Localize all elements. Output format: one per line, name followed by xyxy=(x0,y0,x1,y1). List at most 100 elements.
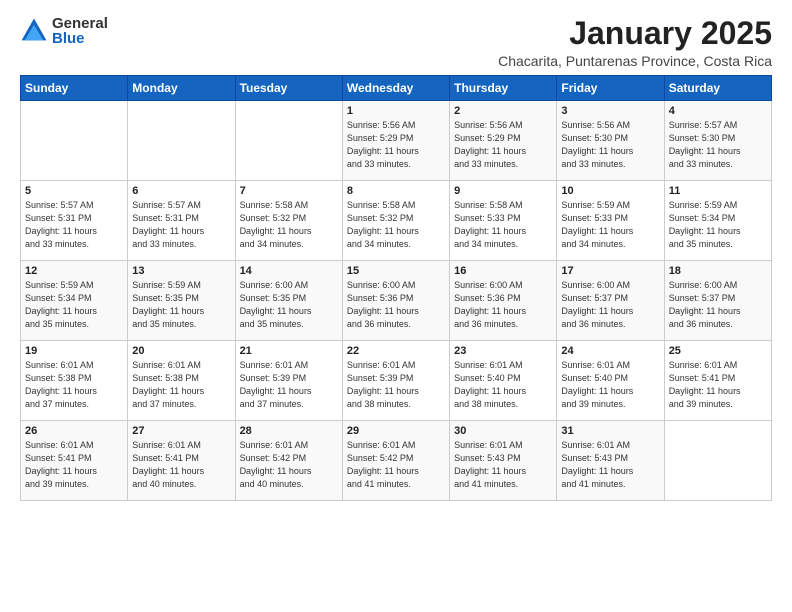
day-number: 22 xyxy=(347,345,445,357)
day-info: Sunrise: 6:01 AM Sunset: 5:39 PM Dayligh… xyxy=(347,359,445,411)
calendar-cell: 11Sunrise: 5:59 AM Sunset: 5:34 PM Dayli… xyxy=(664,181,771,261)
calendar-cell: 16 Sunrise: 6:00 AM Sunset: 5:36 PM Dayli… xyxy=(450,261,557,341)
day-number: 12 xyxy=(25,265,123,277)
day-info: Sunrise: 6:00 AM Sunset: 5:36 PM Dayligh… xyxy=(454,279,552,331)
calendar-cell: 7 Sunrise: 5:58 AM Sunset: 5:32 PM Daylig… xyxy=(235,181,342,261)
logo-blue-text: Blue xyxy=(52,31,108,46)
calendar-cell: 5Sunrise: 5:57 AM Sunset: 5:31 PM Daylig… xyxy=(21,181,128,261)
calendar-cell: 19Sunrise: 6:01 AM Sunset: 5:38 PM Dayli… xyxy=(21,341,128,421)
header: General Blue January 2025 Chacarita, Pun… xyxy=(20,16,772,69)
logo-icon xyxy=(20,17,48,45)
day-number: 14 xyxy=(240,265,338,277)
calendar-week-3: 19Sunrise: 6:01 AM Sunset: 5:38 PM Dayli… xyxy=(21,341,772,421)
weekday-header-thursday: Thursday xyxy=(450,76,557,101)
day-info: Sunrise: 5:56 AM Sunset: 5:29 PM Dayligh… xyxy=(347,119,445,171)
calendar-header: SundayMondayTuesdayWednesdayThursdayFrid… xyxy=(21,76,772,101)
title-block: January 2025 Chacarita, Puntarenas Provi… xyxy=(498,16,772,69)
day-info: Sunrise: 6:01 AM Sunset: 5:43 PM Dayligh… xyxy=(454,439,552,491)
day-number: 5 xyxy=(25,185,123,197)
day-number: 26 xyxy=(25,425,123,437)
day-number: 1 xyxy=(347,105,445,117)
day-number: 8 xyxy=(347,185,445,197)
day-info: Sunrise: 6:01 AM Sunset: 5:42 PM Dayligh… xyxy=(240,439,338,491)
day-info: Sunrise: 6:00 AM Sunset: 5:36 PM Dayligh… xyxy=(347,279,445,331)
weekday-header-friday: Friday xyxy=(557,76,664,101)
day-info: Sunrise: 6:01 AM Sunset: 5:42 PM Dayligh… xyxy=(347,439,445,491)
day-number: 7 xyxy=(240,185,338,197)
day-number: 30 xyxy=(454,425,552,437)
calendar-cell: 18 Sunrise: 6:00 AM Sunset: 5:37 PM Dayli… xyxy=(664,261,771,341)
calendar-cell: 22 Sunrise: 6:01 AM Sunset: 5:39 PM Dayli… xyxy=(342,341,449,421)
logo-general-text: General xyxy=(52,16,108,31)
calendar-cell: 14 Sunrise: 6:00 AM Sunset: 5:35 PM Dayli… xyxy=(235,261,342,341)
day-number: 21 xyxy=(240,345,338,357)
calendar-cell: 28 Sunrise: 6:01 AM Sunset: 5:42 PM Dayli… xyxy=(235,421,342,501)
calendar-cell xyxy=(128,101,235,181)
day-info: Sunrise: 6:01 AM Sunset: 5:40 PM Dayligh… xyxy=(454,359,552,411)
day-number: 16 xyxy=(454,265,552,277)
calendar-body: 1 Sunrise: 5:56 AM Sunset: 5:29 PM Daylig… xyxy=(21,101,772,501)
day-number: 20 xyxy=(132,345,230,357)
weekday-header-row: SundayMondayTuesdayWednesdayThursdayFrid… xyxy=(21,76,772,101)
calendar-cell: 6 Sunrise: 5:57 AM Sunset: 5:31 PM Daylig… xyxy=(128,181,235,261)
calendar-title: January 2025 xyxy=(498,16,772,51)
day-info: Sunrise: 5:58 AM Sunset: 5:33 PM Dayligh… xyxy=(454,199,552,251)
day-number: 27 xyxy=(132,425,230,437)
calendar-cell: 12 Sunrise: 5:59 AM Sunset: 5:34 PM Dayli… xyxy=(21,261,128,341)
day-info: Sunrise: 6:01 AM Sunset: 5:38 PM Dayligh… xyxy=(25,359,123,411)
day-number: 4 xyxy=(669,105,767,117)
calendar-cell: 21Sunrise: 6:01 AM Sunset: 5:39 PM Dayli… xyxy=(235,341,342,421)
calendar-cell: 4Sunrise: 5:57 AM Sunset: 5:30 PM Daylig… xyxy=(664,101,771,181)
day-info: Sunrise: 5:58 AM Sunset: 5:32 PM Dayligh… xyxy=(240,199,338,251)
day-number: 28 xyxy=(240,425,338,437)
day-info: Sunrise: 6:00 AM Sunset: 5:35 PM Dayligh… xyxy=(240,279,338,331)
calendar-week-0: 1 Sunrise: 5:56 AM Sunset: 5:29 PM Daylig… xyxy=(21,101,772,181)
day-info: Sunrise: 6:00 AM Sunset: 5:37 PM Dayligh… xyxy=(669,279,767,331)
calendar-subtitle: Chacarita, Puntarenas Province, Costa Ri… xyxy=(498,53,772,69)
day-number: 25 xyxy=(669,345,767,357)
calendar-cell: 13Sunrise: 5:59 AM Sunset: 5:35 PM Dayli… xyxy=(128,261,235,341)
calendar-cell: 29 Sunrise: 6:01 AM Sunset: 5:42 PM Dayli… xyxy=(342,421,449,501)
calendar-cell xyxy=(664,421,771,501)
day-number: 6 xyxy=(132,185,230,197)
day-info: Sunrise: 5:57 AM Sunset: 5:31 PM Dayligh… xyxy=(132,199,230,251)
logo: General Blue xyxy=(20,16,108,46)
day-info: Sunrise: 5:59 AM Sunset: 5:34 PM Dayligh… xyxy=(669,199,767,251)
calendar-week-1: 5 Sunrise: 5:57 AM Sunset: 5:31 PM Daylig… xyxy=(21,181,772,261)
day-info: Sunrise: 5:58 AM Sunset: 5:32 PM Dayligh… xyxy=(347,199,445,251)
calendar-table: SundayMondayTuesdayWednesdayThursdayFrid… xyxy=(20,75,772,501)
day-number: 24 xyxy=(561,345,659,357)
calendar-cell: 17Sunrise: 6:00 AM Sunset: 5:37 PM Dayli… xyxy=(557,261,664,341)
day-number: 18 xyxy=(669,265,767,277)
day-info: Sunrise: 6:01 AM Sunset: 5:40 PM Dayligh… xyxy=(561,359,659,411)
calendar-cell: 20 Sunrise: 6:01 AM Sunset: 5:38 PM Dayli… xyxy=(128,341,235,421)
day-info: Sunrise: 5:59 AM Sunset: 5:34 PM Dayligh… xyxy=(25,279,123,331)
calendar-cell: 15Sunrise: 6:00 AM Sunset: 5:36 PM Dayli… xyxy=(342,261,449,341)
day-info: Sunrise: 6:01 AM Sunset: 5:38 PM Dayligh… xyxy=(132,359,230,411)
calendar-cell: 26 Sunrise: 6:01 AM Sunset: 5:41 PM Dayli… xyxy=(21,421,128,501)
day-info: Sunrise: 6:01 AM Sunset: 5:41 PM Dayligh… xyxy=(25,439,123,491)
day-number: 13 xyxy=(132,265,230,277)
calendar-cell xyxy=(21,101,128,181)
day-info: Sunrise: 6:01 AM Sunset: 5:41 PM Dayligh… xyxy=(132,439,230,491)
day-number: 29 xyxy=(347,425,445,437)
day-info: Sunrise: 6:00 AM Sunset: 5:37 PM Dayligh… xyxy=(561,279,659,331)
day-info: Sunrise: 6:01 AM Sunset: 5:43 PM Dayligh… xyxy=(561,439,659,491)
calendar-cell: 31Sunrise: 6:01 AM Sunset: 5:43 PM Dayli… xyxy=(557,421,664,501)
calendar-cell: 3Sunrise: 5:56 AM Sunset: 5:30 PM Daylig… xyxy=(557,101,664,181)
calendar-cell: 23Sunrise: 6:01 AM Sunset: 5:40 PM Dayli… xyxy=(450,341,557,421)
weekday-header-monday: Monday xyxy=(128,76,235,101)
calendar-cell: 10 Sunrise: 5:59 AM Sunset: 5:33 PM Dayli… xyxy=(557,181,664,261)
day-info: Sunrise: 5:59 AM Sunset: 5:33 PM Dayligh… xyxy=(561,199,659,251)
weekday-header-sunday: Sunday xyxy=(21,76,128,101)
calendar-cell: 1 Sunrise: 5:56 AM Sunset: 5:29 PM Daylig… xyxy=(342,101,449,181)
calendar-cell: 8 Sunrise: 5:58 AM Sunset: 5:32 PM Daylig… xyxy=(342,181,449,261)
calendar-cell: 25Sunrise: 6:01 AM Sunset: 5:41 PM Dayli… xyxy=(664,341,771,421)
calendar-week-4: 26 Sunrise: 6:01 AM Sunset: 5:41 PM Dayli… xyxy=(21,421,772,501)
day-info: Sunrise: 5:56 AM Sunset: 5:30 PM Dayligh… xyxy=(561,119,659,171)
calendar-cell: 24 Sunrise: 6:01 AM Sunset: 5:40 PM Dayli… xyxy=(557,341,664,421)
day-number: 10 xyxy=(561,185,659,197)
calendar-cell: 30 Sunrise: 6:01 AM Sunset: 5:43 PM Dayli… xyxy=(450,421,557,501)
logo-text: General Blue xyxy=(52,16,108,46)
calendar-week-2: 12 Sunrise: 5:59 AM Sunset: 5:34 PM Dayli… xyxy=(21,261,772,341)
